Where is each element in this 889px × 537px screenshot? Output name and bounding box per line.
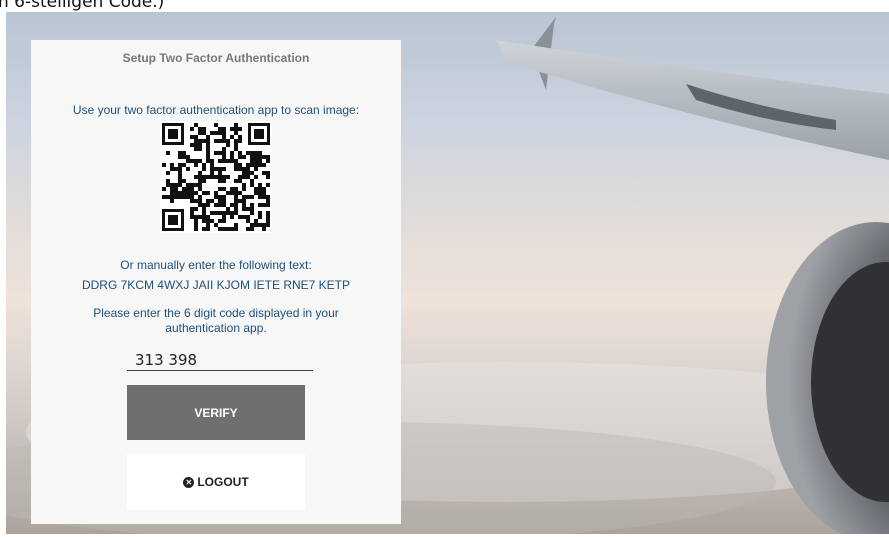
logout-button-label: LOGOUT (197, 475, 249, 489)
two-factor-setup-card: Setup Two Factor Authentication Use your… (31, 40, 401, 524)
scan-instruction-text: Use your two factor authentication app t… (72, 103, 360, 117)
verification-code-input[interactable] (127, 350, 313, 371)
card-title: Setup Two Factor Authentication (122, 51, 310, 65)
qr-code-image (160, 121, 272, 233)
logout-button[interactable]: ✕ LOGOUT (127, 454, 305, 510)
verify-button-label: VERIFY (194, 405, 238, 420)
x-circle-icon: ✕ (183, 476, 195, 488)
code-entry-instruction: Please enter the 6 digit code displayed … (93, 306, 339, 335)
verify-button[interactable]: VERIFY (127, 385, 305, 440)
secret-key-text: DDRG 7KCM 4WXJ JAII KJOM IETE RNE7 KETP (81, 278, 351, 292)
manual-entry-instruction: Or manually enter the following text: (120, 258, 312, 272)
background-caption-text: n 6-stelligen Code.) (0, 0, 165, 12)
